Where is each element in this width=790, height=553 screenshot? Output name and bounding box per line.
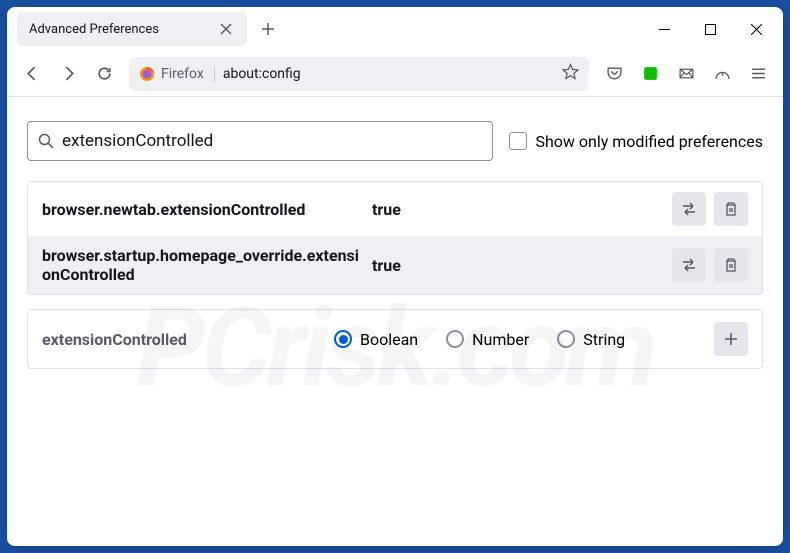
radio-icon (557, 330, 575, 348)
url-bar[interactable]: Firefox about:config (129, 57, 589, 91)
close-window-button[interactable] (733, 7, 779, 51)
url-text: about:config (223, 66, 554, 82)
delete-button[interactable] (714, 192, 748, 226)
preference-name: browser.newtab.extensionControlled (42, 200, 360, 219)
type-string[interactable]: String (557, 330, 625, 349)
browser-window: Advanced Preferences Firefox about:confi… (7, 7, 783, 546)
row-actions (672, 248, 748, 282)
search-box[interactable] (27, 121, 493, 161)
checkbox-icon[interactable] (509, 132, 527, 150)
toggle-button[interactable] (672, 248, 706, 282)
new-preference-row: extensionControlled Boolean Number Strin… (27, 309, 763, 369)
search-icon (38, 133, 54, 149)
reload-button[interactable] (87, 57, 121, 91)
browser-tab[interactable]: Advanced Preferences (17, 12, 247, 46)
about-config-content: PCrisk.com Show only modified preference… (7, 97, 783, 546)
inbox-icon[interactable] (669, 57, 703, 91)
close-tab-icon[interactable] (217, 20, 235, 38)
new-tab-button[interactable] (253, 14, 283, 44)
radio-icon (446, 330, 464, 348)
type-boolean[interactable]: Boolean (334, 330, 418, 349)
preference-value: true (372, 200, 660, 219)
extension-icon[interactable] (633, 57, 667, 91)
identity-label: Firefox (161, 66, 204, 82)
row-actions (672, 192, 748, 226)
search-input[interactable] (62, 131, 482, 151)
preference-value: true (372, 256, 660, 275)
window-controls (641, 7, 779, 51)
activity-icon[interactable] (705, 57, 739, 91)
type-options: Boolean Number String (334, 330, 702, 349)
show-modified-checkbox[interactable]: Show only modified preferences (509, 132, 763, 151)
checkbox-label: Show only modified preferences (535, 132, 763, 151)
radio-icon (334, 330, 352, 348)
bookmark-star-icon[interactable] (562, 63, 579, 84)
menu-button[interactable] (741, 57, 775, 91)
preference-row[interactable]: browser.newtab.extensionControlled true (28, 182, 762, 236)
preference-row[interactable]: browser.startup.homepage_override.extens… (28, 236, 762, 294)
preference-list: browser.newtab.extensionControlled true … (27, 181, 763, 295)
nav-toolbar: Firefox about:config (7, 51, 783, 97)
site-identity[interactable]: Firefox (139, 66, 215, 82)
toggle-button[interactable] (672, 192, 706, 226)
forward-button[interactable] (51, 57, 85, 91)
delete-button[interactable] (714, 248, 748, 282)
add-preference-button[interactable] (714, 322, 748, 356)
new-preference-name: extensionControlled (42, 330, 322, 349)
minimize-button[interactable] (641, 7, 687, 51)
titlebar: Advanced Preferences (7, 7, 783, 51)
preference-name: browser.startup.homepage_override.extens… (42, 246, 360, 284)
maximize-button[interactable] (687, 7, 733, 51)
back-button[interactable] (15, 57, 49, 91)
search-row: Show only modified preferences (27, 121, 763, 161)
type-number[interactable]: Number (446, 330, 529, 349)
firefox-icon (139, 66, 155, 82)
pocket-icon[interactable] (597, 57, 631, 91)
tab-title: Advanced Preferences (29, 22, 209, 37)
